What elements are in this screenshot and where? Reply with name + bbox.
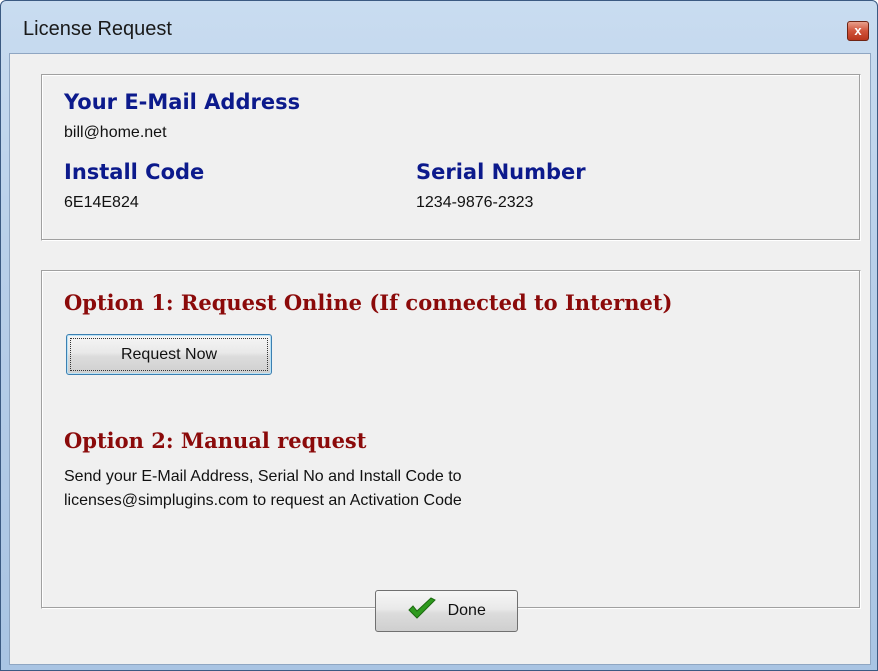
- email-value: bill@home.net: [64, 124, 167, 141]
- serial-number-label: Serial Number: [416, 160, 586, 184]
- close-button[interactable]: x: [847, 21, 869, 41]
- install-code-value: 6E14E824: [64, 194, 139, 211]
- checkmark-icon: [408, 597, 436, 619]
- license-request-window: License Request x Your E-Mail Address bi…: [0, 0, 878, 671]
- done-button[interactable]: Done: [375, 590, 518, 632]
- email-label: Your E-Mail Address: [64, 90, 301, 114]
- option2-heading: Option 2: Manual request: [64, 428, 367, 453]
- done-label: Done: [447, 602, 486, 619]
- close-icon: x: [854, 23, 862, 38]
- serial-number-value: 1234-9876-2323: [416, 194, 534, 211]
- manual-request-line2: licenses@simplugins.com to request an Ac…: [64, 492, 462, 509]
- manual-request-line1: Send your E-Mail Address, Serial No and …: [64, 468, 462, 485]
- dialog-body: Your E-Mail Address bill@home.net Instal…: [9, 53, 871, 665]
- request-now-button[interactable]: Request Now: [66, 334, 272, 375]
- install-code-label: Install Code: [64, 160, 205, 184]
- option1-heading: Option 1: Request Online (If connected t…: [64, 290, 673, 315]
- window-title: License Request: [23, 18, 172, 40]
- focus-rectangle: [70, 338, 268, 371]
- title-bar[interactable]: License Request x: [1, 1, 877, 61]
